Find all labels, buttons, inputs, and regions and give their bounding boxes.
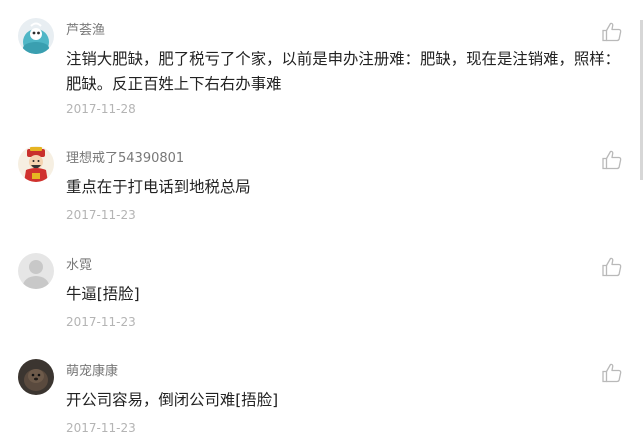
comment-text: 重点在于打电话到地税总局 (66, 178, 251, 196)
thumbs-up-icon[interactable] (600, 148, 624, 172)
username[interactable]: 理想戒了54390801 (66, 150, 184, 168)
teal-cartoon-avatar-icon (18, 18, 54, 54)
default-gray-avatar-icon (18, 253, 54, 289)
comment-text: 牛逼[捂脸] (66, 285, 140, 303)
comment-date: 2017-11-23 (66, 208, 136, 222)
comment-list: 芦荟渔 注销大肥缺，肥了税亏了个家，以前是申办注册难：肥缺，现在是注销难，照样：… (0, 0, 644, 442)
comment-item: 水霓 牛逼[捂脸] 2017-11-23 (0, 235, 630, 341)
user-avatar[interactable] (18, 18, 54, 54)
thumbs-up-icon[interactable] (600, 361, 624, 385)
comment-text: 注销大肥缺，肥了税亏了个家，以前是申办注册难：肥缺，现在是注销难，照样：肥缺。反… (66, 50, 621, 93)
comment-date: 2017-11-28 (66, 102, 136, 116)
username[interactable]: 芦荟渔 (66, 22, 105, 40)
comment-item: 理想戒了54390801 重点在于打电话到地税总局 2017-11-23 (0, 128, 630, 234)
user-avatar[interactable] (18, 146, 54, 182)
comment-item: 萌宠康康 开公司容易，倒闭公司难[捂脸] 2017-11-23 (0, 341, 630, 442)
username[interactable]: 萌宠康康 (66, 363, 118, 381)
dark-pet-photo-avatar-icon (18, 359, 54, 395)
comment-date: 2017-11-23 (66, 315, 136, 329)
user-avatar[interactable] (18, 359, 54, 395)
fortune-god-avatar-icon (18, 146, 54, 182)
comment-date: 2017-11-23 (66, 421, 136, 435)
user-avatar[interactable] (18, 253, 54, 289)
comment-item: 芦荟渔 注销大肥缺，肥了税亏了个家，以前是申办注册难：肥缺，现在是注销难，照样：… (0, 0, 630, 126)
thumbs-up-icon[interactable] (600, 255, 624, 279)
thumbs-up-icon[interactable] (600, 20, 624, 44)
comment-text: 开公司容易，倒闭公司难[捂脸] (66, 391, 279, 409)
scrollbar[interactable] (640, 20, 643, 180)
username[interactable]: 水霓 (66, 257, 92, 275)
